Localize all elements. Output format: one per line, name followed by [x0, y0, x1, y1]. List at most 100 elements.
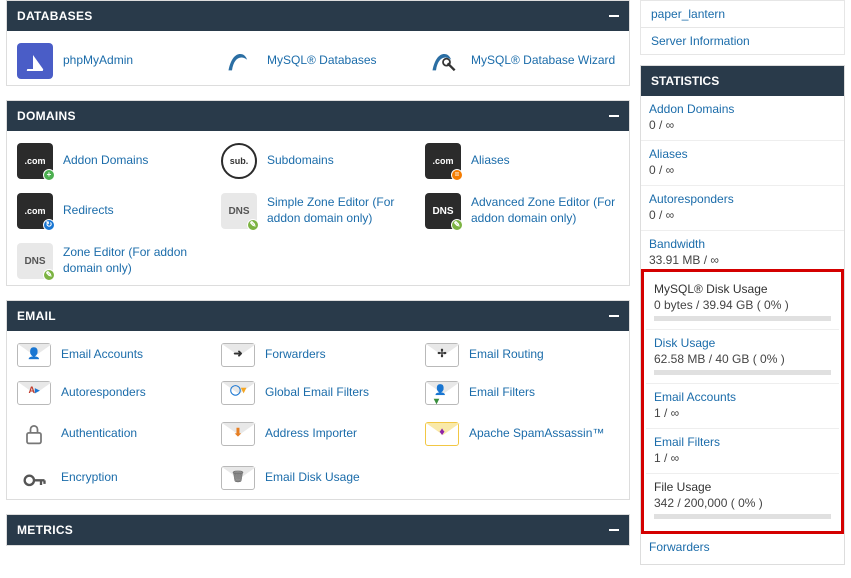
stat-aliases: Aliases 0 / ∞: [641, 141, 844, 186]
app-label: Addon Domains: [63, 153, 148, 169]
dotcom-icon: .com↻: [17, 193, 53, 229]
databases-header[interactable]: DATABASES: [7, 1, 629, 31]
addon-domains-app[interactable]: .com+ Addon Domains: [17, 143, 211, 179]
stat-label[interactable]: Disk Usage: [654, 336, 831, 350]
mysql-databases-app[interactable]: MySQL® Databases: [221, 43, 415, 79]
email-filters-app[interactable]: 👤▾ Email Filters: [425, 381, 619, 405]
domains-panel: DOMAINS .com+ Addon Domains sub. Subdoma…: [6, 100, 630, 286]
stat-autoresponders: Autoresponders 0 / ∞: [641, 186, 844, 231]
panel-title: DATABASES: [17, 9, 93, 23]
mysql-wizard-app[interactable]: MySQL® Database Wizard: [425, 43, 619, 79]
edit-badge-icon: ✎: [247, 219, 259, 231]
stat-forwarders: Forwarders: [641, 534, 844, 564]
app-label: Redirects: [63, 203, 114, 219]
phpmyadmin-icon: [17, 43, 53, 79]
domains-header[interactable]: DOMAINS: [7, 101, 629, 131]
stat-label: MySQL® Disk Usage: [654, 282, 831, 296]
email-disk-usage-app[interactable]: 🗑 Email Disk Usage: [221, 463, 415, 493]
server-info-link[interactable]: Server Information: [640, 27, 845, 55]
stat-label[interactable]: Bandwidth: [649, 237, 836, 251]
dotcom-icon: .com+: [17, 143, 53, 179]
phpmyadmin-app[interactable]: phpMyAdmin: [17, 43, 211, 79]
stat-label[interactable]: Autoresponders: [649, 192, 836, 206]
panel-title: EMAIL: [17, 309, 56, 323]
panel-title: METRICS: [17, 523, 73, 537]
encryption-app[interactable]: Encryption: [17, 463, 211, 493]
stat-label[interactable]: Email Accounts: [654, 390, 831, 404]
stat-value: 1 / ∞: [654, 406, 679, 420]
stat-addon-domains: Addon Domains 0 / ∞: [641, 96, 844, 141]
stat-value: 342 / 200,000 ( 0% ): [654, 496, 763, 510]
app-label: Simple Zone Editor (For addon domain onl…: [267, 195, 415, 226]
app-label: MySQL® Databases: [267, 53, 377, 69]
progress-bar: [654, 316, 831, 321]
collapse-icon[interactable]: [609, 115, 619, 117]
autoresponders-app[interactable]: A▸ Autoresponders: [17, 381, 211, 405]
zone-editor-app[interactable]: DNS✎ Zone Editor (For addon domain only): [17, 243, 211, 279]
stat-value: 0 bytes / 39.94 GB ( 0% ): [654, 298, 789, 312]
app-label: Email Filters: [469, 385, 535, 401]
stat-mysql-disk-usage: MySQL® Disk Usage 0 bytes / 39.94 GB ( 0…: [646, 276, 839, 330]
stat-label[interactable]: Addon Domains: [649, 102, 836, 116]
email-panel: EMAIL 👤 Email Accounts ➜ Forwarders ✢ Em: [6, 300, 630, 500]
databases-panel: DATABASES phpMyAdmin MySQL® Databases: [6, 0, 630, 86]
email-header[interactable]: EMAIL: [7, 301, 629, 331]
authentication-app[interactable]: Authentication: [17, 419, 211, 449]
forwarders-app[interactable]: ➜ Forwarders: [221, 343, 415, 367]
stat-value: 1 / ∞: [654, 451, 679, 465]
stat-email-filters: Email Filters 1 / ∞: [646, 429, 839, 474]
email-accounts-app[interactable]: 👤 Email Accounts: [17, 343, 211, 367]
envelope-user-icon: 👤: [17, 343, 51, 367]
envelope-auto-icon: A▸: [17, 381, 51, 405]
app-label: MySQL® Database Wizard: [471, 53, 615, 69]
alias-badge-icon: =: [451, 169, 463, 181]
app-label: Autoresponders: [61, 385, 146, 401]
app-label: Authentication: [61, 426, 137, 442]
metrics-header[interactable]: METRICS: [7, 515, 629, 545]
progress-bar: [654, 514, 831, 519]
redirects-app[interactable]: .com↻ Redirects: [17, 193, 211, 229]
envelope-trash-icon: 🗑: [221, 466, 255, 490]
app-label: phpMyAdmin: [63, 53, 133, 69]
dns-icon: DNS✎: [17, 243, 53, 279]
email-routing-app[interactable]: ✢ Email Routing: [425, 343, 619, 367]
envelope-spam-icon: ♦: [425, 422, 459, 446]
spamassassin-app[interactable]: ♦ Apache SpamAssassin™: [425, 419, 619, 449]
panel-title: DOMAINS: [17, 109, 76, 123]
subdomain-icon: sub.: [221, 143, 257, 179]
stat-bandwidth: Bandwidth 33.91 MB / ∞: [641, 231, 844, 269]
edit-badge-icon: ✎: [451, 219, 463, 231]
simple-zone-editor-app[interactable]: DNS✎ Simple Zone Editor (For addon domai…: [221, 193, 415, 229]
theme-link[interactable]: paper_lantern: [640, 0, 845, 27]
stat-label[interactable]: Aliases: [649, 147, 836, 161]
app-label: Forwarders: [265, 347, 326, 363]
subdomains-app[interactable]: sub. Subdomains: [221, 143, 415, 179]
envelope-forward-icon: ➜: [221, 343, 255, 367]
stat-file-usage: File Usage 342 / 200,000 ( 0% ): [646, 474, 839, 527]
stat-label[interactable]: Email Filters: [654, 435, 831, 449]
stat-label: File Usage: [654, 480, 831, 494]
plus-badge-icon: +: [43, 169, 55, 181]
global-email-filters-app[interactable]: ◯▾ Global Email Filters: [221, 381, 415, 405]
app-label: Email Routing: [469, 347, 544, 363]
app-label: Advanced Zone Editor (For addon domain o…: [471, 195, 619, 226]
dns-dark-icon: DNS✎: [425, 193, 461, 229]
metrics-panel: METRICS: [6, 514, 630, 546]
mysql-icon: [221, 43, 257, 79]
redirect-badge-icon: ↻: [43, 219, 55, 231]
stat-disk-usage: Disk Usage 62.58 MB / 40 GB ( 0% ): [646, 330, 839, 384]
collapse-icon[interactable]: [609, 15, 619, 17]
collapse-icon[interactable]: [609, 529, 619, 531]
key-icon: [17, 463, 51, 493]
stat-label[interactable]: Forwarders: [649, 540, 836, 554]
stat-value: 62.58 MB / 40 GB ( 0% ): [654, 352, 785, 366]
app-label: Email Disk Usage: [265, 470, 360, 486]
app-label: Subdomains: [267, 153, 334, 169]
aliases-app[interactable]: .com= Aliases: [425, 143, 619, 179]
mysql-wizard-icon: [425, 43, 461, 79]
collapse-icon[interactable]: [609, 315, 619, 317]
advanced-zone-editor-app[interactable]: DNS✎ Advanced Zone Editor (For addon dom…: [425, 193, 619, 229]
app-label: Apache SpamAssassin™: [469, 426, 604, 442]
envelope-global-filter-icon: ◯▾: [221, 381, 255, 405]
address-importer-app[interactable]: ⬇ Address Importer: [221, 419, 415, 449]
